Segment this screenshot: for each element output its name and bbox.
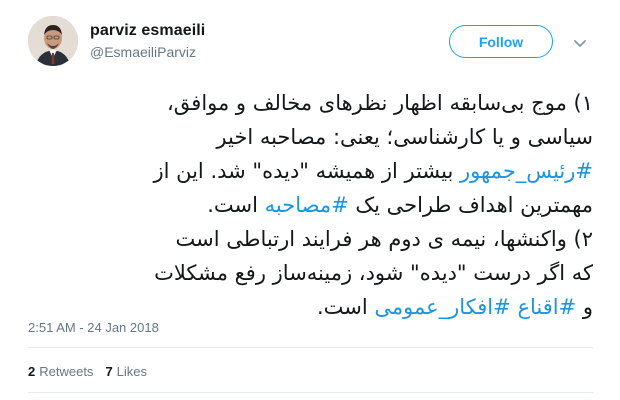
follow-button[interactable]: Follow (449, 25, 553, 58)
tweet-text: ۱) موج بی‌سابقه اظهار نظرهای مخالف و موا… (28, 86, 593, 324)
tweet-text-segment: ۲) واکنشها، نیمه ی دوم هر فرایند ارتباطی… (175, 227, 593, 251)
avatar-image (28, 16, 78, 66)
likes-count: 7 (105, 364, 113, 379)
user-handle[interactable]: @EsmaeiliParviz (90, 44, 196, 60)
tweet-line: ۲) واکنشها، نیمه ی دوم هر فرایند ارتباطی… (28, 222, 593, 256)
retweets-count: 2 (28, 364, 36, 379)
likes-stat[interactable]: 7 Likes (105, 364, 147, 379)
tweet-line: که اگر درست "دیده" شود، زمینه‌ساز رفع مش… (28, 256, 593, 290)
likes-label: Likes (116, 364, 148, 379)
tweet-text-segment: است. (207, 193, 265, 217)
tweet-line: ۱) موج بی‌سابقه اظهار نظرهای مخالف و موا… (28, 86, 593, 120)
display-name[interactable]: parviz esmaeili (90, 22, 205, 40)
divider (28, 347, 593, 348)
tweet-timestamp[interactable]: 2:51 AM - 24 Jan 2018 (28, 320, 159, 335)
tweet-line: سیاسی و یا کارشناسی؛ یعنی: مصاحبه اخیر (28, 120, 593, 154)
tweet-text-segment: مهمترین اهداف طراحی یک (348, 193, 593, 217)
tweet-line: و #اقناع #افکار_عمومی است. (28, 290, 593, 324)
hashtag-link[interactable]: #افکار_عمومی (374, 295, 510, 319)
avatar[interactable] (28, 16, 78, 66)
retweets-label: Retweets (39, 364, 94, 379)
tweet-line: مهمترین اهداف طراحی یک #مصاحبه است. (28, 188, 593, 222)
tweet-line: #رئیس_جمهور بیشتر از همیشه "دیده" شد. ای… (28, 154, 593, 188)
tweet-text-segment: و (576, 295, 593, 319)
divider (28, 392, 593, 393)
hashtag-link[interactable]: #مصاحبه (265, 193, 349, 217)
tweet-text-segment: بیشتر از همیشه "دیده" شد. این از (153, 159, 461, 183)
tweet-stats: 2 Retweets 7 Likes (28, 364, 147, 379)
hashtag-link[interactable]: #رئیس_جمهور (460, 159, 593, 183)
chevron-down-icon (574, 40, 586, 47)
tweet-text-segment: ۱) موج بی‌سابقه اظهار نظرهای مخالف و موا… (166, 91, 593, 115)
more-options-chevron-down-icon[interactable] (573, 36, 587, 47)
tweet-text-segment: است. (316, 295, 375, 319)
retweets-stat[interactable]: 2 Retweets (28, 364, 93, 379)
tweet-text-segment: که اگر درست "دیده" شود، زمینه‌ساز رفع مش… (154, 261, 593, 285)
hashtag-link[interactable]: #اقناع (517, 295, 576, 319)
tweet-card: parviz esmaeili @EsmaeiliParviz Follow ۱… (0, 0, 620, 400)
tweet-text-segment: سیاسی و یا کارشناسی؛ یعنی: مصاحبه اخیر (216, 125, 593, 149)
